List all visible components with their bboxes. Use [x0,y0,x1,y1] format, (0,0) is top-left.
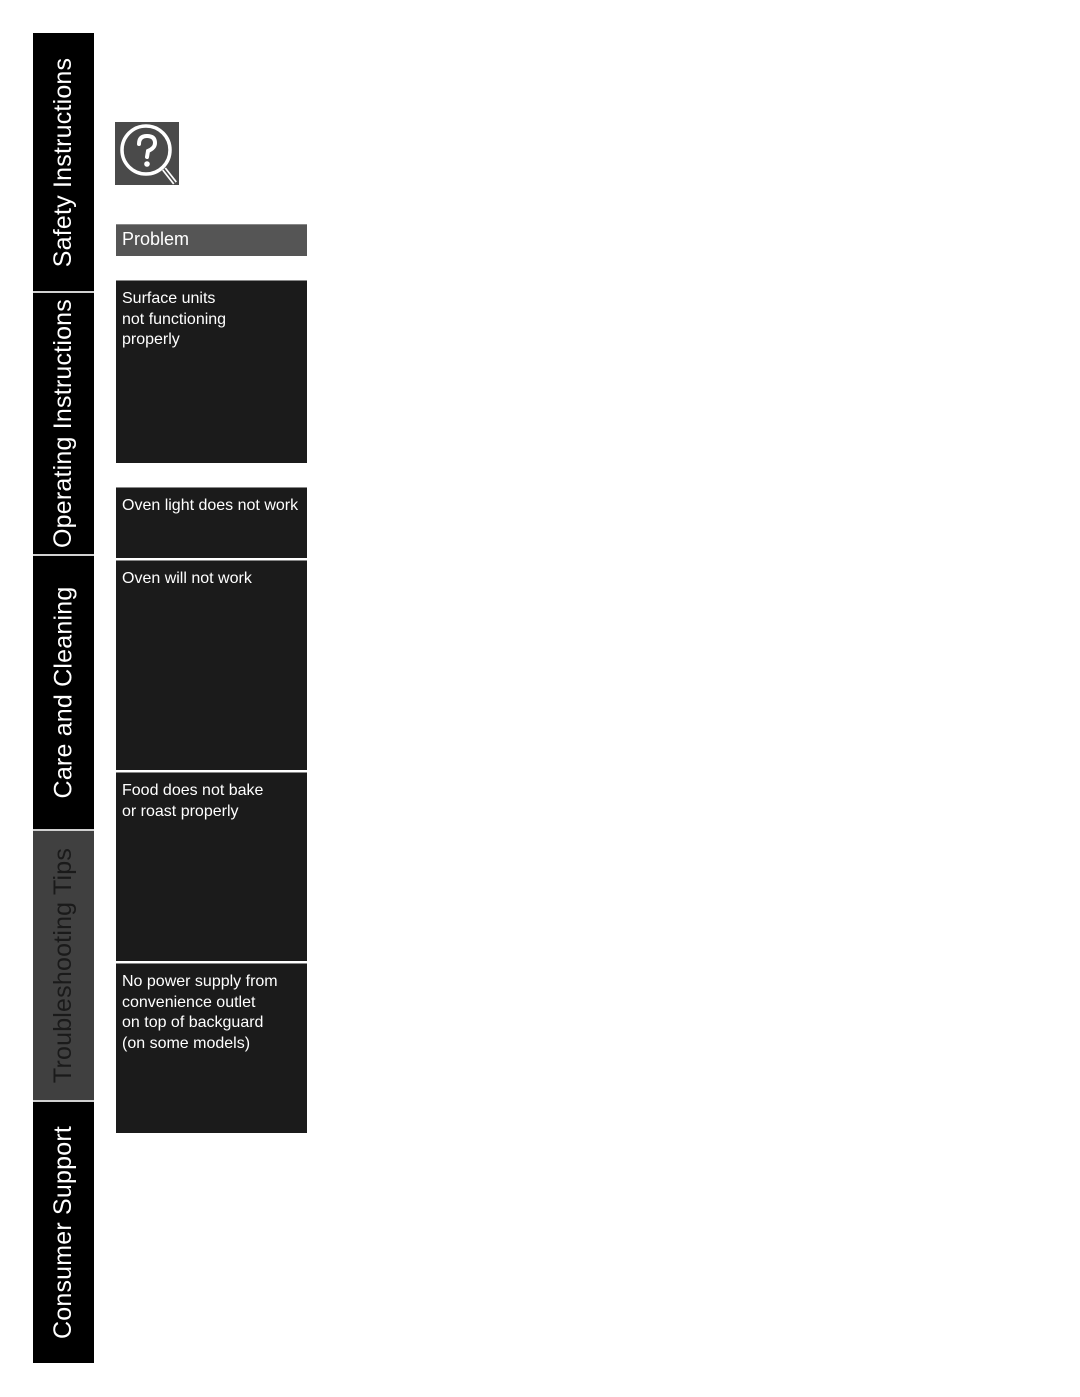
problem-header-label: Problem [122,229,190,249]
tab-label: Consumer Support [49,1125,77,1340]
tab-operating-instructions[interactable]: Operating Instructions [33,293,94,554]
table-row: Food does not bake or roast properly [116,772,307,961]
table-row: No power supply from convenience outlet … [116,963,307,1133]
tab-label: Safety Instructions [49,57,78,267]
tab-label: Care and Cleaning [49,586,77,799]
tab-consumer-support[interactable]: Consumer Support [33,1102,94,1363]
problem-column-header: Problem [116,224,307,256]
table-row: Oven will not work [116,560,307,770]
tab-care-and-cleaning[interactable]: Care and Cleaning [33,556,94,829]
problem-text: Food does not bake or roast properly [122,782,264,820]
table-row: Oven light does not work [116,487,307,558]
tab-label: Operating Instructions [49,299,77,548]
problem-text: Oven will not work [122,570,252,587]
tab-label: Troubleshooting Tips [49,847,77,1084]
table-row: Surface units not functioning properly [116,280,307,463]
problem-text: No power supply from convenience outlet … [122,973,278,1052]
tab-safety-instructions[interactable]: Safety Instructions [33,33,94,291]
problem-text: Oven light does not work [122,497,299,514]
problem-text: Surface units not functioning properly [122,290,227,348]
section-sidebar: Safety Instructions Operating Instructio… [33,33,94,1363]
question-magnifier-icon [115,122,179,185]
tab-troubleshooting-tips[interactable]: Troubleshooting Tips [33,831,94,1100]
